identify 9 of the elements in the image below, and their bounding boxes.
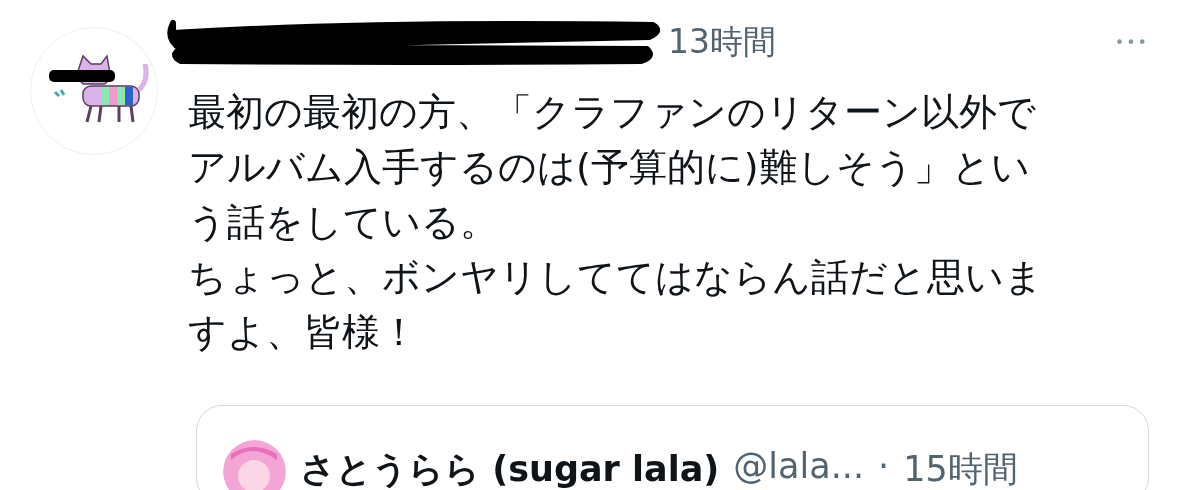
- quoted-timestamp[interactable]: 15時間: [903, 446, 1018, 490]
- quoted-author-name[interactable]: さとうらら (sugar lala): [300, 446, 720, 490]
- tweet-text: ちょっと、ボンヤリしててはならん話だと思いますよ、皆様！: [188, 254, 1044, 356]
- quoted-handle[interactable]: @lala...: [733, 446, 864, 486]
- quoted-tweet-card[interactable]: さとうらら (sugar lala) @lala... · 15時間: [196, 405, 1149, 490]
- quoted-avatar[interactable]: [223, 440, 286, 490]
- tweet-text: 最初の最初の方、「クラファンのリターン以外でアルバム入手するのは(予算的に)難しそう」という話をしている。: [188, 89, 1037, 246]
- timestamp[interactable]: 13時間: [668, 19, 776, 65]
- separator-dot: ·: [878, 446, 890, 486]
